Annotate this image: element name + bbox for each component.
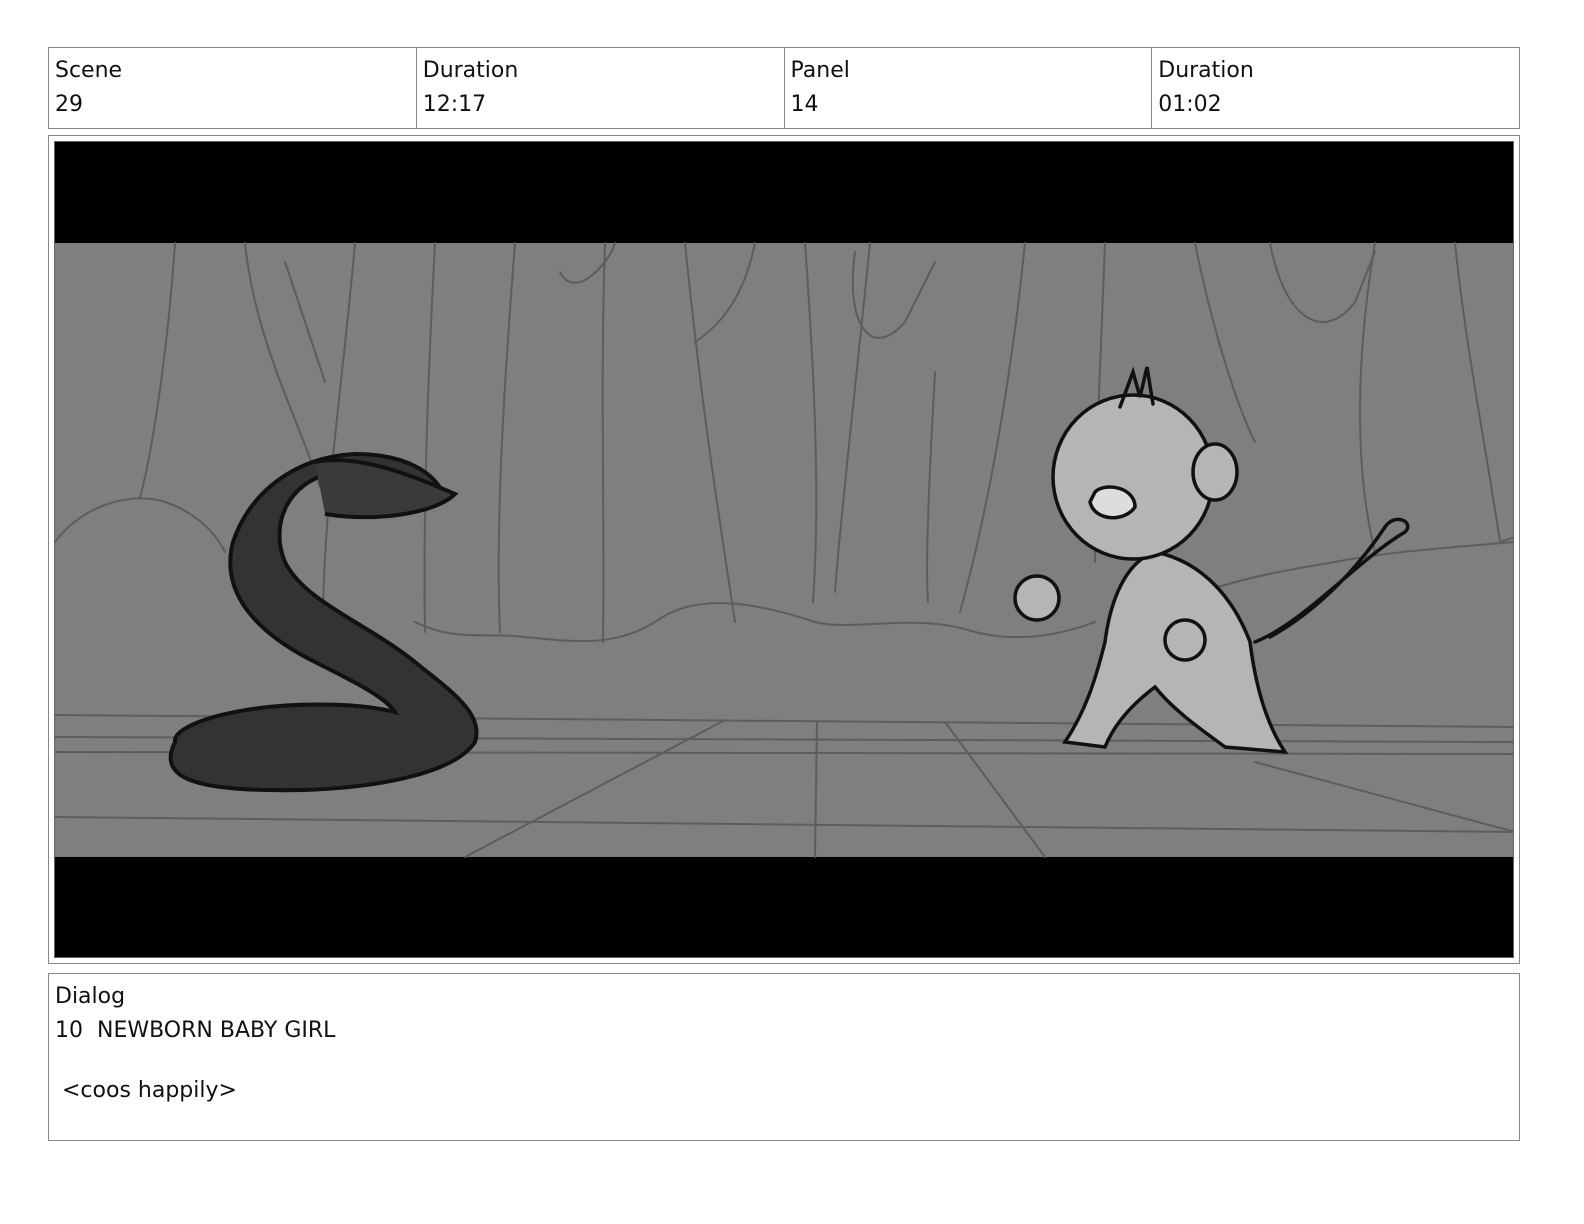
scene-duration-value: 12:17: [422, 92, 487, 117]
panel-value: 14: [790, 92, 819, 117]
panel-duration-value: 01:02: [1158, 92, 1222, 117]
dialog-label: Dialog: [55, 984, 126, 1009]
storyboard-header: Scene 29 Duration 12:17 Panel 14 Duratio…: [48, 47, 1520, 129]
panel-duration-cell: Duration 01:02: [1152, 48, 1519, 128]
scene-cell: Scene 29: [49, 48, 417, 128]
dialog-box: Dialog 10 NEWBORN BABY GIRL <coos happil…: [48, 973, 1520, 1141]
storyboard-sketch-image: [54, 141, 1514, 958]
scene-label: Scene: [55, 58, 123, 83]
panel-label: Panel: [790, 58, 850, 83]
scene-duration-label: Duration: [422, 58, 519, 83]
panel-duration-label: Duration: [1158, 58, 1254, 83]
scene-value: 29: [55, 92, 83, 117]
panel-frame: [48, 135, 1520, 964]
dialog-spacer: [55, 1048, 1513, 1074]
scene-duration-cell: Duration 12:17: [417, 48, 785, 128]
panel-cell: Panel 14: [785, 48, 1153, 128]
dialog-line: <coos happily>: [55, 1078, 237, 1103]
dialog-speaker-line: 10 NEWBORN BABY GIRL: [55, 1018, 336, 1043]
